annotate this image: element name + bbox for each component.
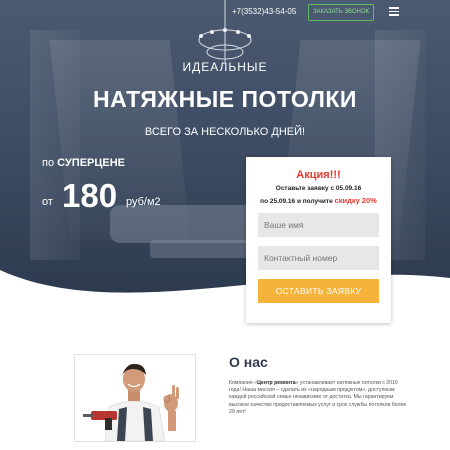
- phone-number[interactable]: +7(3532)43-54-05: [232, 7, 296, 16]
- hero-subtitle: ВСЕГО ЗА НЕСКОЛЬКО ДНЕЙ!: [144, 126, 306, 138]
- company-name: Центр ремонта: [257, 380, 296, 386]
- price-from: от: [42, 196, 53, 208]
- promo-form-card: Акция!!! Оставьте заявку с 05.09.16 по 2…: [246, 157, 391, 323]
- worker-photo: [74, 354, 196, 442]
- submit-request-button[interactable]: ОСТАВИТЬ ЗАЯВКУ: [258, 279, 379, 303]
- name-input[interactable]: Ваше имя: [258, 213, 379, 237]
- phone-input[interactable]: Контактный номер: [258, 246, 379, 270]
- price-value: 180: [62, 177, 118, 214]
- price-prefix: по: [42, 157, 55, 169]
- about-text-prefix: Компания «: [229, 380, 258, 386]
- price-highlight: СУПЕРЦЕНЕ: [57, 157, 126, 169]
- promo-title: Акция!!!: [296, 169, 341, 181]
- price-intro: по СУПЕРЦЕНЕ: [42, 157, 125, 169]
- worker-illustration: [75, 355, 195, 441]
- about-title: О нас: [229, 354, 268, 370]
- promo-line2: по 25.09.16 и получите скидку 20%: [246, 196, 391, 205]
- callback-button[interactable]: ЗАКАЗАТЬ ЗВОНОК: [308, 4, 374, 21]
- promo-line1: Оставьте заявку с 05.09.16: [275, 185, 362, 192]
- hamburger-menu-icon[interactable]: [389, 7, 399, 16]
- hero-pretitle: ИДЕАЛЬНЫЕ: [182, 60, 268, 74]
- price-unit: руб/м2: [126, 196, 161, 208]
- about-description: Компания «Центр ремонта» устанавливает н…: [229, 380, 409, 416]
- promo-line2-prefix: по 25.09.16 и получите: [260, 198, 333, 205]
- discount-label: скидку 20%: [334, 196, 377, 205]
- hero-title: НАТЯЖНЫЕ ПОТОЛКИ: [93, 86, 357, 112]
